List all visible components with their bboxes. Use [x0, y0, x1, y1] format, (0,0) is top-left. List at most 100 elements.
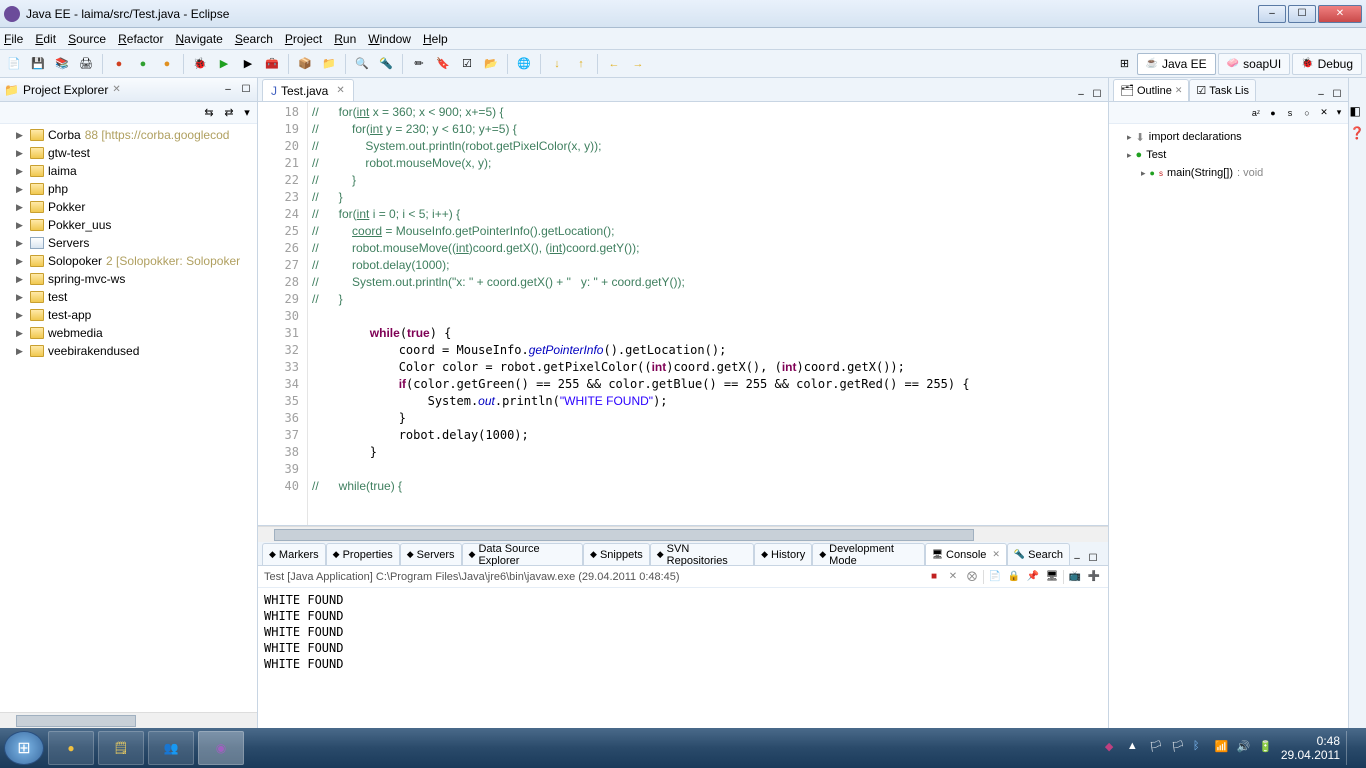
minimize-view-button[interactable]: –	[221, 83, 235, 97]
browser2-button[interactable]: ●	[133, 54, 153, 74]
editor-hscroll[interactable]	[258, 526, 1108, 542]
perspective-java-ee[interactable]: ☕Java EE	[1137, 53, 1216, 75]
outline-menu-button[interactable]: ▾	[1334, 106, 1344, 120]
outline-item[interactable]: ▸●Test	[1113, 146, 1344, 164]
code-area[interactable]: // for(int x = 360; x < 900; x+=5) { // …	[308, 102, 1108, 525]
tree-item[interactable]: ▶webmedia	[0, 324, 257, 342]
terminate-button[interactable]: ■	[926, 569, 942, 585]
task-eclipse[interactable]: ◉	[198, 731, 244, 765]
bottom-minimize-button[interactable]: –	[1070, 551, 1084, 565]
next-ann-button[interactable]: ↓	[547, 54, 567, 74]
forward-button[interactable]: →	[628, 54, 648, 74]
display-console-button[interactable]: 🖥	[1044, 569, 1060, 585]
bottom-tab-properties[interactable]: ◆Properties	[326, 543, 400, 565]
pin-console-button[interactable]: 📌	[1025, 569, 1041, 585]
maximize-button[interactable]: ☐	[1288, 5, 1316, 23]
task-msn[interactable]: 👥	[148, 731, 194, 765]
right-maximize-button[interactable]: ☐	[1330, 87, 1344, 101]
run-button[interactable]: ▶	[214, 54, 234, 74]
editor-maximize-button[interactable]: ☐	[1090, 87, 1104, 101]
right-minimize-button[interactable]: –	[1314, 87, 1328, 101]
run-last-button[interactable]: ▶	[238, 54, 258, 74]
task-button[interactable]: ☑	[457, 54, 477, 74]
close-button[interactable]: ✕	[1318, 5, 1362, 23]
new-package-button[interactable]: 📁	[319, 54, 339, 74]
tree-item[interactable]: ▶veebirakendused	[0, 342, 257, 360]
scroll-lock-button[interactable]: 🔒	[1006, 569, 1022, 585]
back-button[interactable]: ←	[604, 54, 624, 74]
show-desktop-button[interactable]	[1346, 731, 1354, 765]
collapse-all-button[interactable]: ⇆	[201, 105, 217, 121]
menu-refactor[interactable]: Refactor	[118, 32, 163, 46]
outline-tree[interactable]: ▸⬇import declarations▸●Test▸●smain(Strin…	[1109, 124, 1348, 728]
tray-icon[interactable]: ◆	[1105, 740, 1121, 756]
new-console-button[interactable]: ➕	[1086, 569, 1102, 585]
ext-tools-button[interactable]: 🧰	[262, 54, 282, 74]
browser-button[interactable]: ●	[109, 54, 129, 74]
tree-item[interactable]: ▶test	[0, 288, 257, 306]
perspective-debug[interactable]: 🐞Debug	[1292, 53, 1362, 75]
search-tab[interactable]: 🔦Search	[1007, 543, 1070, 565]
new-button[interactable]: 📄	[4, 54, 24, 74]
tree-item[interactable]: ▶spring-mvc-ws	[0, 270, 257, 288]
bottom-tab-servers[interactable]: ◆Servers	[400, 543, 462, 565]
bottom-tab-history[interactable]: ◆History	[754, 543, 812, 565]
bookmark-button[interactable]: 🔖	[433, 54, 453, 74]
tray-action-center-icon[interactable]: 🏳	[1171, 740, 1187, 756]
bottom-maximize-button[interactable]: ☐	[1086, 551, 1100, 565]
browser3-button[interactable]: ●	[157, 54, 177, 74]
restore-view-button[interactable]: ◧	[1350, 104, 1366, 120]
tree-item[interactable]: ▶Solopoker 2 [Solopokker: Solopoker	[0, 252, 257, 270]
console-tab[interactable]: 🖥Console✕	[925, 543, 1007, 565]
editor-minimize-button[interactable]: –	[1074, 87, 1088, 101]
tray-battery-icon[interactable]: 🔋	[1259, 740, 1275, 756]
close-view-icon[interactable]: ✕	[1175, 85, 1183, 96]
outline-tab[interactable]: 🗂Outline✕	[1113, 79, 1189, 101]
explorer-hscroll[interactable]	[0, 712, 257, 728]
remove-all-button[interactable]: ⨂	[964, 569, 980, 585]
save-button[interactable]: 💾	[28, 54, 48, 74]
perspective-soapui[interactable]: 🧼soapUI	[1218, 53, 1290, 75]
hide-local-button[interactable]: ✕	[1317, 106, 1331, 120]
task-list-tab[interactable]: ☑Task Lis	[1189, 79, 1256, 101]
tree-item[interactable]: ▶Corba 88 [https://corba.googlecod	[0, 126, 257, 144]
bottom-tab-markers[interactable]: ◆Markers	[262, 543, 326, 565]
tray-bluetooth-icon[interactable]: ᛒ	[1193, 740, 1209, 756]
bottom-tab-data-source-explorer[interactable]: ◆Data Source Explorer	[462, 543, 583, 565]
prev-ann-button[interactable]: ↑	[571, 54, 591, 74]
tree-item[interactable]: ▶gtw-test	[0, 144, 257, 162]
close-tab-icon[interactable]: ✕	[336, 85, 344, 96]
task-chrome[interactable]: ●	[48, 731, 94, 765]
link-editor-button[interactable]: ⇄	[221, 105, 237, 121]
tray-icon[interactable]: ▲	[1127, 740, 1143, 756]
tree-item[interactable]: ▶Servers	[0, 234, 257, 252]
web-button[interactable]: 🌐	[514, 54, 534, 74]
tree-item[interactable]: ▶Pokker	[0, 198, 257, 216]
code-editor[interactable]: 1819202122232425262728293031323334353637…	[258, 102, 1108, 526]
bottom-tab-snippets[interactable]: ◆Snippets	[583, 543, 650, 565]
console-output[interactable]: WHITE FOUNDWHITE FOUNDWHITE FOUNDWHITE F…	[258, 588, 1108, 728]
new-server-button[interactable]: 📦	[295, 54, 315, 74]
minimize-button[interactable]: –	[1258, 5, 1286, 23]
menu-file[interactable]: File	[4, 32, 23, 46]
editor-tab-test[interactable]: J Test.java ✕	[262, 79, 354, 101]
bottom-tab-svn-repositories[interactable]: ◆SVN Repositories	[650, 543, 754, 565]
hide-nonpublic-button[interactable]: ○	[1300, 106, 1314, 120]
save-all-button[interactable]: 📚	[52, 54, 72, 74]
clear-console-button[interactable]: 📄	[987, 569, 1003, 585]
tray-flag-icon[interactable]: 🏳	[1149, 740, 1165, 756]
folder-button[interactable]: 📂	[481, 54, 501, 74]
annotation-button[interactable]: ✏	[409, 54, 429, 74]
print-button[interactable]: 🖨	[76, 54, 96, 74]
hide-fields-button[interactable]: ●	[1266, 106, 1280, 120]
start-button[interactable]: ⊞	[4, 731, 44, 765]
tree-item[interactable]: ▶php	[0, 180, 257, 198]
close-view-icon[interactable]: ✕	[112, 84, 120, 95]
remove-launch-button[interactable]: ✕	[945, 569, 961, 585]
outline-item[interactable]: ▸●smain(String[]) : void	[1113, 164, 1344, 182]
tray-network-icon[interactable]: 📶	[1215, 740, 1231, 756]
open-console-button[interactable]: 📺	[1067, 569, 1083, 585]
maximize-view-button[interactable]: ☐	[239, 83, 253, 97]
search-button[interactable]: 🔦	[376, 54, 396, 74]
tree-item[interactable]: ▶laima	[0, 162, 257, 180]
